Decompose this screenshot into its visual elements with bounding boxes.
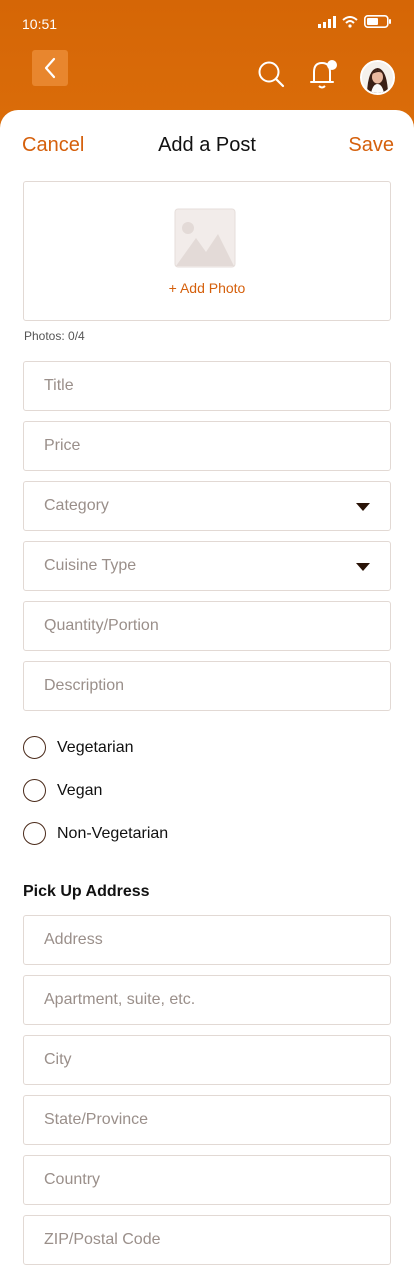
- diet-option-non-vegetarian[interactable]: Non-Vegetarian: [23, 822, 168, 845]
- cuisine-select[interactable]: Cuisine Type: [23, 541, 391, 591]
- zip-placeholder: ZIP/Postal Code: [44, 1231, 161, 1248]
- radio-circle-icon[interactable]: [23, 779, 46, 802]
- caret-down-icon: [356, 563, 370, 571]
- category-select[interactable]: Category: [23, 481, 391, 531]
- chevron-left-icon: [44, 57, 56, 79]
- apartment-placeholder: Apartment, suite, etc.: [44, 991, 196, 1008]
- state-input[interactable]: State/Province: [23, 1095, 391, 1145]
- signal-icon: [318, 15, 336, 28]
- country-input[interactable]: Country: [23, 1155, 391, 1205]
- diet-option-vegan[interactable]: Vegan: [23, 779, 102, 802]
- description-placeholder: Description: [44, 677, 125, 694]
- quantity-placeholder: Quantity/Portion: [44, 617, 159, 634]
- diet-option-label: Vegetarian: [57, 738, 134, 756]
- back-button[interactable]: [32, 50, 68, 86]
- search-icon: [258, 61, 285, 88]
- battery-icon: [364, 15, 391, 28]
- title-placeholder: Title: [44, 377, 74, 394]
- radio-circle-icon[interactable]: [23, 822, 46, 845]
- description-input[interactable]: Description: [23, 661, 391, 711]
- address-placeholder: Address: [44, 931, 103, 948]
- zip-input[interactable]: ZIP/Postal Code: [23, 1215, 391, 1265]
- price-input[interactable]: Price: [23, 421, 391, 471]
- diet-option-label: Vegan: [57, 781, 103, 799]
- radio-circle-icon[interactable]: [23, 736, 46, 759]
- city-input[interactable]: City: [23, 1035, 391, 1085]
- caret-down-icon: [356, 503, 370, 511]
- price-placeholder: Price: [44, 437, 81, 454]
- diet-option-vegetarian[interactable]: Vegetarian: [23, 736, 134, 759]
- notifications-button[interactable]: [308, 58, 338, 90]
- category-placeholder: Category: [44, 497, 109, 514]
- state-placeholder: State/Province: [44, 1111, 149, 1128]
- cancel-button[interactable]: Cancel: [22, 134, 84, 157]
- add-photo-area[interactable]: + Add Photo: [23, 181, 391, 321]
- image-placeholder-icon: [174, 208, 236, 268]
- add-post-sheet: Add a Post Cancel Save + Add Photo Photo…: [0, 110, 414, 1284]
- photo-count: Photos: 0/4: [24, 329, 85, 343]
- quantity-input[interactable]: Quantity/Portion: [23, 601, 391, 651]
- status-time: 10:51: [22, 16, 58, 32]
- save-button[interactable]: Save: [348, 134, 394, 157]
- avatar[interactable]: [360, 60, 395, 95]
- city-placeholder: City: [44, 1051, 72, 1068]
- title-input[interactable]: Title: [23, 361, 391, 411]
- country-placeholder: Country: [44, 1171, 101, 1188]
- apartment-input[interactable]: Apartment, suite, etc.: [23, 975, 391, 1025]
- status-icons: [318, 15, 392, 28]
- address-input[interactable]: Address: [23, 915, 391, 965]
- diet-option-label: Non-Vegetarian: [57, 824, 169, 842]
- search-button[interactable]: [257, 60, 285, 88]
- cuisine-placeholder: Cuisine Type: [44, 557, 137, 574]
- bell-icon: [310, 60, 337, 89]
- pickup-section-title: Pick Up Address: [23, 883, 150, 900]
- add-photo-label[interactable]: + Add Photo: [24, 280, 390, 296]
- user-avatar-icon: [362, 62, 393, 93]
- wifi-icon: [342, 15, 358, 28]
